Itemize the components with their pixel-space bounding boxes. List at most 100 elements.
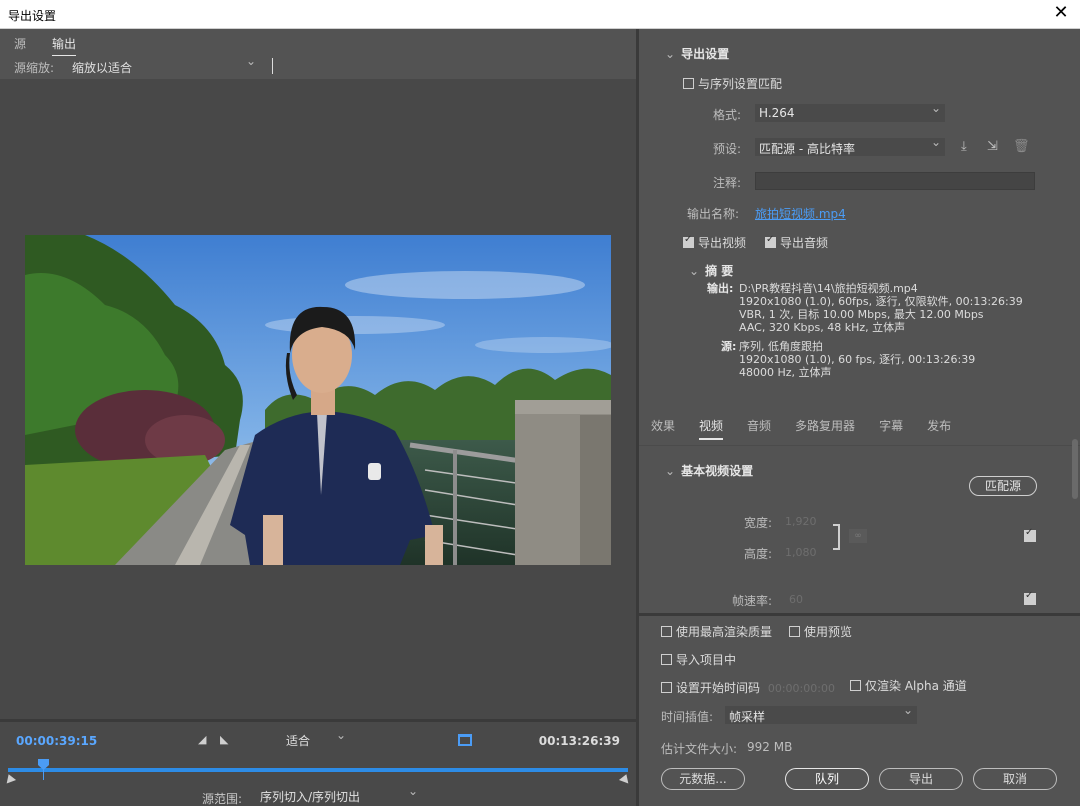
playhead-line <box>43 770 44 780</box>
time-interp-dropdown[interactable]: 帧采样 <box>725 703 917 724</box>
use-previews-label: 使用预览 <box>804 625 853 639</box>
chevron-down-icon: ⌄ <box>689 264 700 278</box>
preview-panel: 源 输出 源缩放: 缩放以适合 ⌄ 00:00:39:15 ◢ ◣ 适合 ⌄ 0… <box>0 29 636 806</box>
mark-in-icon[interactable]: ◢ <box>198 733 206 746</box>
fit-dropdown[interactable]: 适合 <box>286 728 348 749</box>
match-sequence-checkbox[interactable]: 与序列设置匹配 <box>683 75 782 92</box>
tab-multiplexer[interactable]: 多路复用器 <box>795 417 855 440</box>
time-interp-value: 帧采样 <box>729 710 766 724</box>
crop-icon[interactable] <box>458 734 472 746</box>
export-audio-checkbox[interactable]: 导出音频 <box>765 234 828 251</box>
summary-source-line: 1920x1080 (1.0), 60 fps, 逐行, 00:13:26:39 <box>739 353 976 366</box>
width-value[interactable]: 1,920 <box>785 515 817 528</box>
mark-out-icon[interactable]: ◣ <box>220 733 228 746</box>
summary-output-lines: D:\PR教程抖音\14\旅拍短视频.mp4 1920x1080 (1.0), … <box>739 282 1023 334</box>
export-audio-label: 导出音频 <box>780 236 829 250</box>
checkbox-box <box>661 654 672 665</box>
width-label: 宽度: <box>744 516 773 530</box>
source-range-dropdown[interactable]: 序列切入/序列切出 <box>260 784 420 805</box>
out-point-handle[interactable] <box>618 772 632 784</box>
dimension-override-checkbox[interactable] <box>1024 527 1036 542</box>
preset-dropdown[interactable]: 匹配源 - 高比特率 <box>755 135 945 156</box>
export-video-label: 导出视频 <box>698 236 747 250</box>
metadata-button[interactable]: 元数据... <box>661 768 745 790</box>
summary-source-lines: 序列, 低角度跟拍 1920x1080 (1.0), 60 fps, 逐行, 0… <box>739 340 975 379</box>
summary-source-line: 48000 Hz, 立体声 <box>739 366 832 379</box>
end-timecode: 00:13:26:39 <box>538 734 620 748</box>
summary-output-line: D:\PR教程抖音\14\旅拍短视频.mp4 <box>739 282 918 295</box>
tab-source[interactable]: 源 <box>14 35 26 56</box>
tab-output[interactable]: 输出 <box>52 35 77 56</box>
tab-audio[interactable]: 音频 <box>747 417 771 440</box>
preset-value: 匹配源 - 高比特率 <box>759 142 855 156</box>
export-options: 使用最高渲染质量 使用预览 导入项目中 设置开始时间码 00:00:00:00 … <box>639 613 1080 806</box>
title-bar: 导出设置 ✕ <box>0 0 1080 29</box>
height-value[interactable]: 1,080 <box>785 546 817 559</box>
checkbox-box <box>850 680 861 691</box>
queue-button[interactable]: 队列 <box>785 768 869 790</box>
timeline-track[interactable] <box>8 768 628 772</box>
cancel-button[interactable]: 取消 <box>973 768 1057 790</box>
height-label: 高度: <box>744 547 773 561</box>
source-zoom-value: 缩放以适合 <box>72 61 133 75</box>
match-source-button[interactable]: 匹配源 <box>969 476 1037 496</box>
checkbox-box <box>789 626 800 637</box>
chevron-down-icon: ⌄ <box>665 464 676 478</box>
checkbox-box <box>661 626 672 637</box>
set-start-timecode-checkbox[interactable]: 设置开始时间码 00:00:00:00 <box>661 679 835 696</box>
tab-captions[interactable]: 字幕 <box>879 417 903 440</box>
basic-video-settings-header[interactable]: ⌄ 基本视频设置 <box>665 462 753 479</box>
source-range-value: 序列切入/序列切出 <box>260 790 361 804</box>
video-preview-frame <box>25 235 611 565</box>
summary-source-key: 源: <box>721 340 736 353</box>
summary-output-line: VBR, 1 次, 目标 10.00 Mbps, 最大 12.00 Mbps <box>739 308 984 321</box>
settings-tabs: 效果 视频 音频 多路复用器 字幕 发布 <box>651 417 951 440</box>
render-alpha-only-checkbox[interactable]: 仅渲染 Alpha 通道 <box>850 677 967 694</box>
summary-header[interactable]: ⌄ 摘 要 <box>689 262 733 279</box>
checkbox-box <box>683 78 694 89</box>
basic-video-settings-title: 基本视频设置 <box>681 464 754 478</box>
export-settings-title: 导出设置 <box>681 47 730 61</box>
output-name-link[interactable]: 旅拍短视频.mp4 <box>755 205 846 222</box>
preview-tabs: 源 输出 <box>14 35 77 56</box>
window-title: 导出设置 <box>8 9 57 23</box>
export-video-checkbox[interactable]: 导出视频 <box>683 234 746 251</box>
use-previews-checkbox[interactable]: 使用预览 <box>789 623 852 640</box>
chain-link-icon[interactable]: ∞ <box>849 529 867 543</box>
import-into-project-label: 导入项目中 <box>676 653 737 667</box>
max-render-quality-label: 使用最高渲染质量 <box>676 625 773 639</box>
export-settings-header[interactable]: ⌄ 导出设置 <box>665 45 729 62</box>
framerate-override-checkbox[interactable] <box>1024 590 1036 605</box>
import-preset-icon[interactable]: ⇲ <box>987 139 998 154</box>
match-sequence-label: 与序列设置匹配 <box>698 77 783 91</box>
format-value: H.264 <box>759 106 795 120</box>
settings-scrollbar[interactable] <box>1072 439 1078 499</box>
import-into-project-checkbox[interactable]: 导入项目中 <box>661 651 736 668</box>
time-interp-label: 时间插值: <box>661 710 714 724</box>
close-icon[interactable]: ✕ <box>1052 3 1070 23</box>
source-zoom-label: 源缩放: <box>14 61 55 75</box>
max-render-quality-checkbox[interactable]: 使用最高渲染质量 <box>661 623 772 640</box>
framerate-label: 帧速率: <box>732 594 773 608</box>
aspect-bracket <box>833 524 840 550</box>
current-timecode[interactable]: 00:00:39:15 <box>16 734 97 748</box>
comments-input[interactable] <box>755 172 1035 190</box>
source-zoom-dropdown[interactable]: 缩放以适合 <box>68 54 260 77</box>
checkbox-checked <box>683 234 694 248</box>
output-name-label: 输出名称: <box>687 207 740 221</box>
tab-publish[interactable]: 发布 <box>927 417 951 440</box>
in-point-handle[interactable] <box>3 772 17 784</box>
save-preset-icon[interactable]: ⤓ <box>961 139 967 154</box>
tab-video[interactable]: 视频 <box>699 417 724 440</box>
tab-effects[interactable]: 效果 <box>651 417 675 440</box>
summary-source-line: 序列, 低角度跟拍 <box>739 340 823 353</box>
format-dropdown[interactable]: H.264 <box>755 101 945 122</box>
framerate-value[interactable]: 60 <box>789 593 803 606</box>
chevron-down-icon: ⌄ <box>665 47 676 61</box>
checkbox-checked <box>765 234 776 248</box>
source-range-label: 源范围: <box>202 792 243 806</box>
delete-preset-icon[interactable]: 🗑 <box>1013 139 1030 154</box>
export-button[interactable]: 导出 <box>879 768 963 790</box>
checkbox-box <box>661 682 672 693</box>
est-size-value: 992 MB <box>747 740 793 754</box>
